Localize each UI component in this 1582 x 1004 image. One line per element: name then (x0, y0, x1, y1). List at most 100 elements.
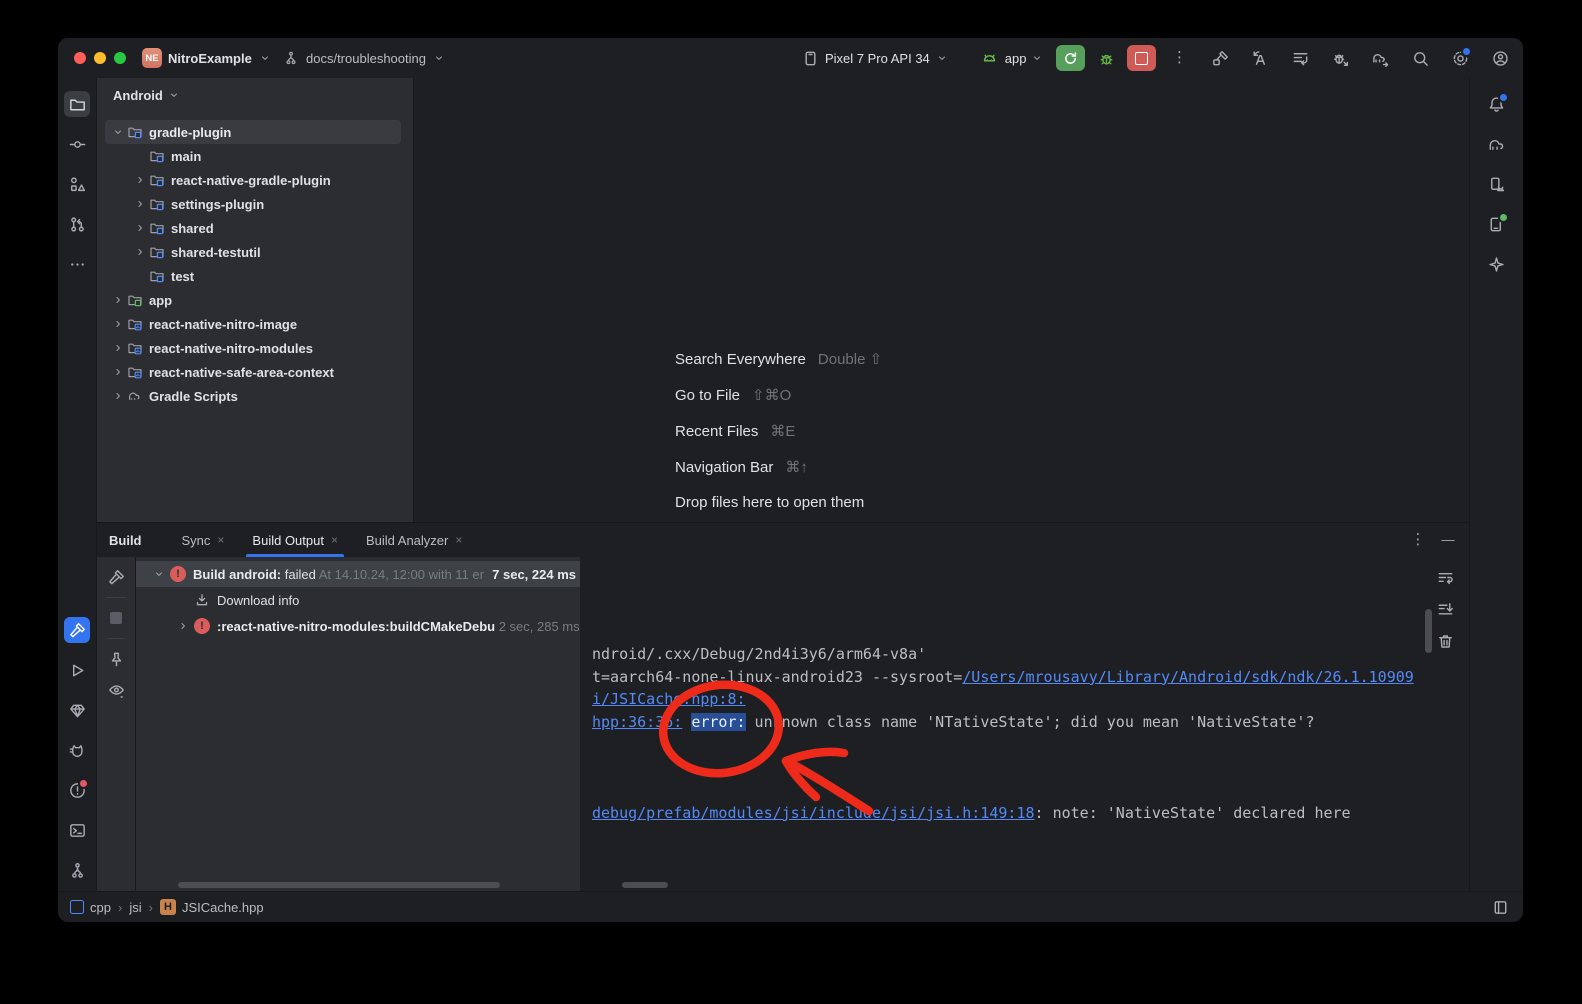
device-selector[interactable]: Pixel 7 Pro API 34 (800, 45, 949, 71)
search-icon[interactable] (1407, 45, 1433, 71)
clear-all-trash-icon[interactable] (1432, 628, 1458, 654)
console-link[interactable]: /Users/mrousavy/Library/Android/sdk/ndk/… (962, 668, 1414, 686)
chevron-right-icon[interactable] (176, 619, 194, 633)
chevron-right-icon[interactable] (133, 245, 149, 259)
branch-selector[interactable]: docs/troubleshooting (282, 38, 446, 78)
run-play-icon[interactable] (64, 657, 90, 683)
tree-item-gradle-plugin[interactable]: gradle-plugin (105, 120, 401, 144)
history-list-icon[interactable] (1287, 45, 1313, 71)
vertical-scrollbar[interactable] (1425, 609, 1432, 653)
more-actions-kebab-icon[interactable]: ⋮ (1170, 45, 1188, 71)
more-icon[interactable] (64, 251, 90, 277)
tree-item-react-native-nitro-image[interactable]: react-native-nitro-image (97, 312, 413, 336)
project-folder-icon[interactable] (64, 91, 90, 117)
header-file-icon: H (160, 899, 176, 915)
console-link[interactable]: hpp:36:36: (592, 713, 682, 731)
soft-wrap-icon[interactable] (1432, 564, 1458, 590)
zoom-window-button[interactable] (114, 52, 126, 64)
close-tab-icon[interactable]: × (455, 533, 462, 547)
close-tab-icon[interactable]: × (331, 533, 338, 547)
console-link[interactable]: i/JSICache.hpp:8: (592, 690, 746, 708)
chevron-right-icon[interactable] (111, 341, 127, 355)
tree-item-Gradle Scripts[interactable]: Gradle Scripts (97, 384, 413, 408)
editor-area: Search EverywhereDouble ⇧Go to File⇧⌘ORe… (414, 78, 1469, 522)
project-selector[interactable]: NE NitroExample (142, 38, 272, 78)
close-tab-icon[interactable]: × (217, 533, 224, 547)
run-config-selector[interactable]: app (979, 45, 1045, 71)
chevron-down-icon[interactable] (111, 125, 127, 139)
breadcrumb-label: jsi (129, 900, 141, 915)
stop-icon (1135, 52, 1148, 65)
options-kebab-icon[interactable]: ⋮ (1409, 527, 1427, 553)
tree-item-shared[interactable]: shared (97, 216, 413, 240)
tree-item-react-native-safe-area-context[interactable]: react-native-safe-area-context (97, 360, 413, 384)
rerun-button[interactable] (1056, 45, 1085, 71)
pull-request-icon[interactable] (64, 211, 90, 237)
chevron-right-icon[interactable] (133, 197, 149, 211)
hide-tool-window-icon[interactable]: — (1439, 527, 1457, 553)
build-tree-row[interactable]: Download info (136, 587, 580, 613)
tab-sync[interactable]: Sync× (168, 523, 239, 557)
gradle-sync-icon[interactable] (1367, 45, 1393, 71)
tab-build-analyzer[interactable]: Build Analyzer× (352, 523, 476, 557)
chevron-right-icon[interactable] (133, 221, 149, 235)
build-tree-row[interactable]: !:react-native-nitro-modules:buildCMakeD… (136, 613, 580, 639)
logcat-cat-icon[interactable] (64, 737, 90, 763)
tree-item-app[interactable]: app (97, 288, 413, 312)
gemini-sparkle-icon[interactable] (1484, 251, 1510, 277)
pin-tab-icon[interactable] (103, 646, 129, 672)
tree-item-label: Gradle Scripts (149, 389, 238, 404)
settings-icon[interactable] (1447, 45, 1473, 71)
tab-build-output[interactable]: Build Output× (238, 523, 352, 557)
terminal-icon[interactable] (64, 817, 90, 843)
module-folder-icon (149, 220, 165, 236)
tree-item-main[interactable]: main (97, 144, 413, 168)
text-segment: Build android: (193, 567, 281, 582)
minimize-window-button[interactable] (94, 52, 106, 64)
breadcrumb-item-cpp[interactable]: cpp (70, 900, 111, 915)
stop-button[interactable] (1127, 45, 1156, 71)
running-devices-icon[interactable] (1484, 211, 1510, 237)
scroll-to-end-icon[interactable] (1432, 596, 1458, 622)
build-hammer-icon[interactable] (1207, 45, 1233, 71)
rerun-build-hammer-icon[interactable] (103, 564, 129, 590)
tree-item-react-native-gradle-plugin[interactable]: react-native-gradle-plugin (97, 168, 413, 192)
app-insights-gem-icon[interactable] (64, 697, 90, 723)
commit-icon[interactable] (64, 131, 90, 157)
project-view-selector[interactable]: Android (97, 78, 413, 112)
profile-icon[interactable] (1487, 45, 1513, 71)
problems-icon[interactable] (64, 777, 90, 803)
structure-icon[interactable] (64, 171, 90, 197)
chevron-down-icon[interactable] (152, 567, 170, 581)
attach-debugger-icon[interactable] (1327, 45, 1353, 71)
chevron-right-icon[interactable] (111, 293, 127, 307)
reader-mode-icon[interactable] (1489, 896, 1511, 918)
close-window-button[interactable] (74, 52, 86, 64)
build-tool-icon[interactable] (64, 617, 90, 643)
breadcrumb-item-jsi[interactable]: jsi (129, 900, 141, 915)
notifications-bell-icon[interactable] (1484, 91, 1510, 117)
version-control-icon[interactable] (64, 857, 90, 883)
breadcrumb-item-JSICache.hpp[interactable]: HJSICache.hpp (160, 899, 264, 915)
chevron-right-icon[interactable] (133, 173, 149, 187)
build-tree-row[interactable]: !Build android: failed At 14.10.24, 12:0… (136, 561, 580, 587)
gradle-elephant-icon[interactable] (1484, 131, 1510, 157)
filter-eye-icon[interactable] (103, 677, 129, 703)
tree-item-shared-testutil[interactable]: shared-testutil (97, 240, 413, 264)
chevron-down-icon (432, 51, 446, 65)
horizontal-scrollbar[interactable] (178, 882, 500, 888)
tree-item-settings-plugin[interactable]: settings-plugin (97, 192, 413, 216)
duration-label: 7 sec, 224 ms (490, 567, 580, 582)
chevron-right-icon[interactable] (111, 389, 127, 403)
stop-disabled-icon[interactable] (103, 605, 129, 631)
chevron-right-icon[interactable] (111, 365, 127, 379)
device-manager-icon[interactable] (1484, 171, 1510, 197)
console-link[interactable]: debug/prefab/modules/jsi/include/jsi/jsi… (592, 804, 1035, 822)
gradle-scripts-icon (127, 388, 143, 404)
tree-item-react-native-nitro-modules[interactable]: react-native-nitro-modules (97, 336, 413, 360)
ai-actions-icon[interactable] (1247, 45, 1273, 71)
chevron-right-icon[interactable] (111, 317, 127, 331)
horizontal-scrollbar[interactable] (622, 882, 668, 888)
debug-button[interactable] (1093, 45, 1119, 71)
tree-item-test[interactable]: test (97, 264, 413, 288)
